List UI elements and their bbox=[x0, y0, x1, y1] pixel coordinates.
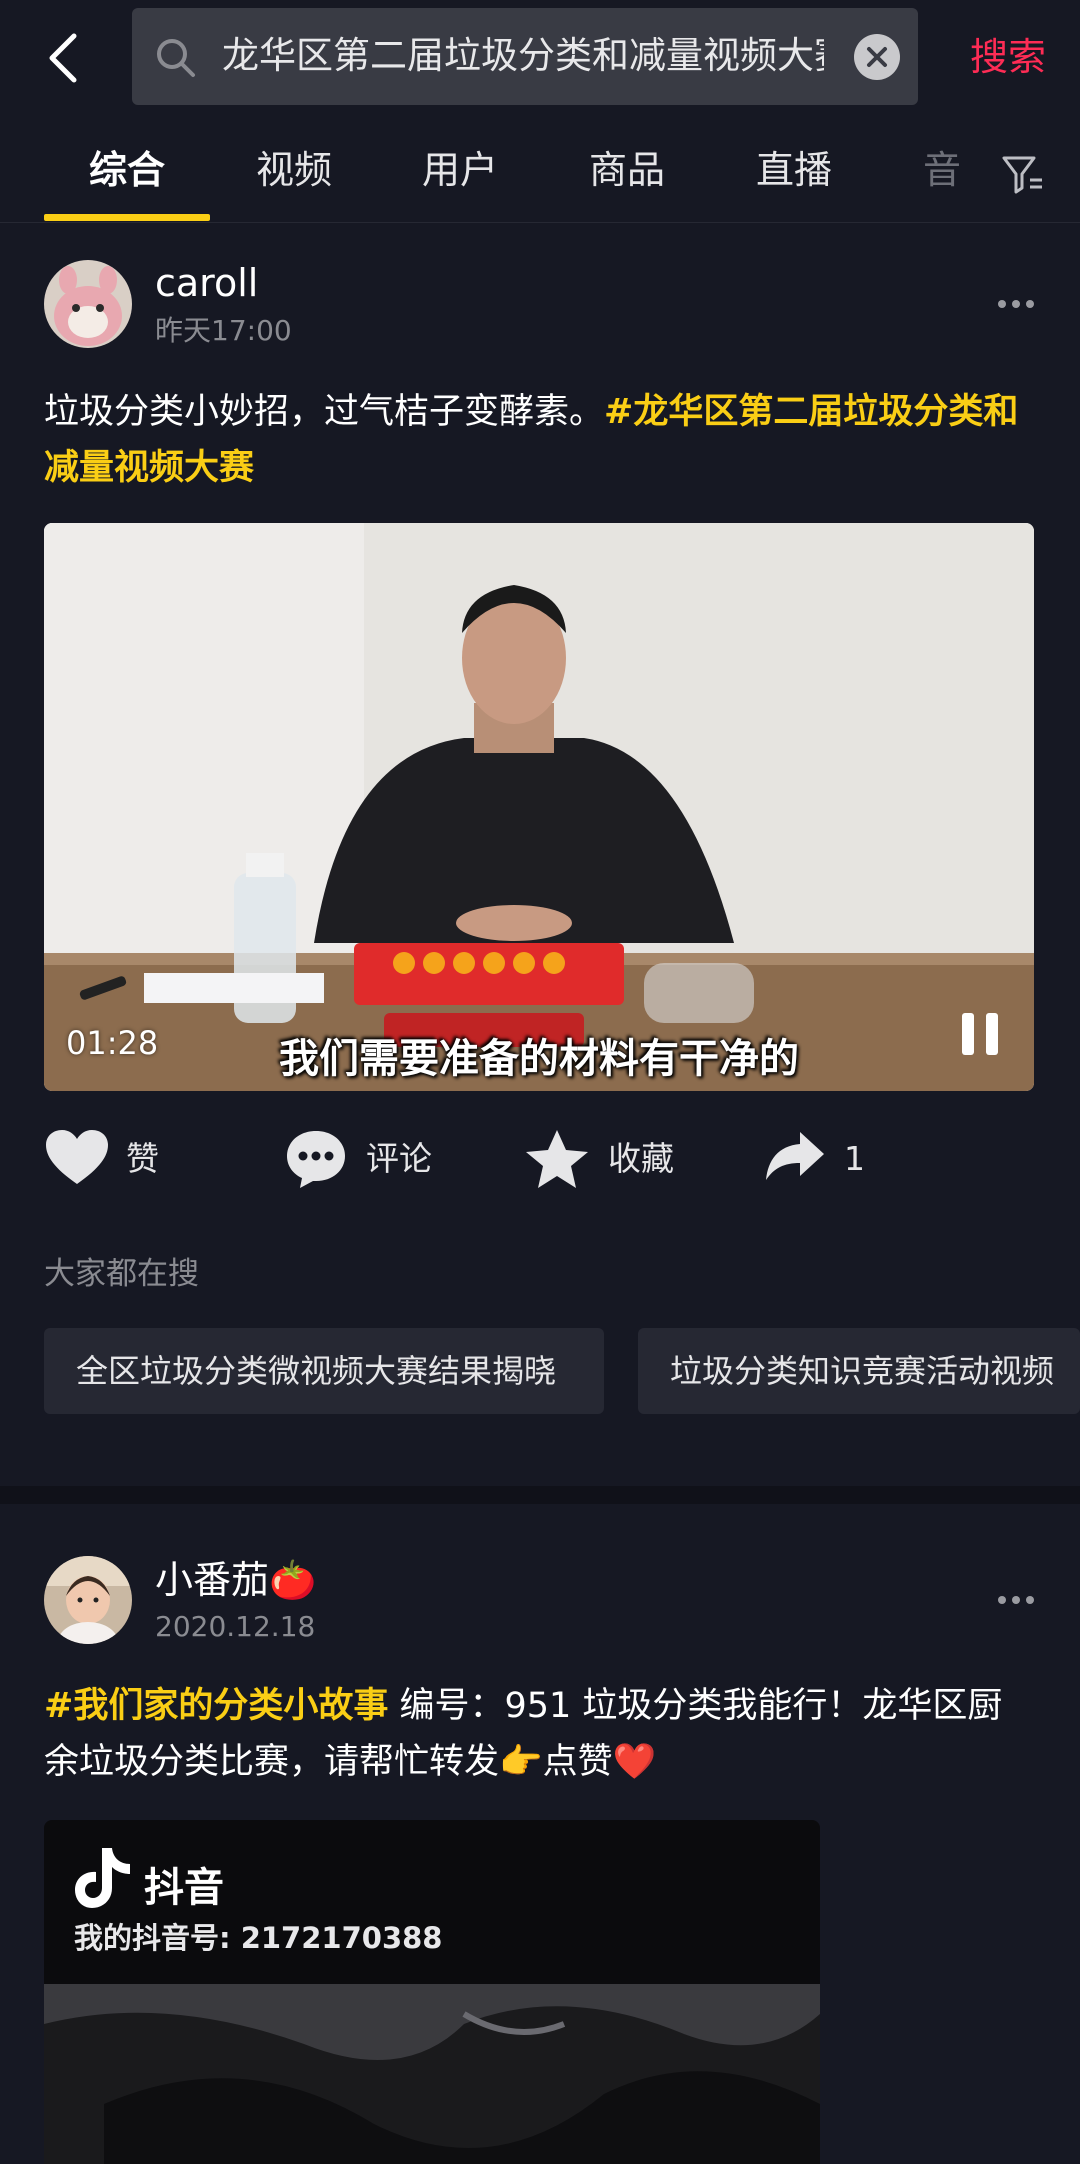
heart-icon bbox=[46, 1130, 108, 1184]
post-caption: #我们家的分类小故事 编号：951 垃圾分类我能行！龙华区厨余垃圾分类比赛，请帮… bbox=[44, 1678, 1034, 1790]
username[interactable]: caroll bbox=[155, 258, 258, 308]
like-label: 赞 bbox=[126, 1139, 159, 1178]
post-actions: 赞 评论 收藏 1 bbox=[0, 1120, 1080, 1200]
username[interactable]: 小番茄🍅 bbox=[155, 1555, 316, 1605]
tab-bar: 综合 视频 用户 商品 直播 音 bbox=[0, 128, 1080, 223]
pause-icon[interactable] bbox=[960, 1011, 1000, 1057]
more-options-icon[interactable] bbox=[996, 298, 1036, 310]
video-frame-image bbox=[44, 523, 1034, 1091]
chevron-left-icon bbox=[49, 33, 77, 83]
video-thumbnail[interactable]: 抖音 我的抖音号: 2172170388 bbox=[44, 1820, 820, 2164]
top-bar: 龙华区第二届垃圾分类和减量视频大赛 搜索 bbox=[0, 0, 1080, 115]
tiktok-logo-icon bbox=[75, 1848, 130, 1908]
video-player[interactable]: 01:28 我们需要准备的材料有干净的 bbox=[44, 523, 1034, 1091]
related-search-chip[interactable]: 全区垃圾分类微视频大赛结果揭晓 bbox=[44, 1328, 604, 1414]
share-arrow-icon bbox=[766, 1132, 824, 1180]
avatar[interactable] bbox=[44, 260, 132, 348]
search-button[interactable]: 搜索 bbox=[958, 30, 1058, 84]
share-count: 1 bbox=[844, 1139, 865, 1178]
search-icon bbox=[157, 39, 195, 77]
avatar-image bbox=[44, 1556, 132, 1644]
thumbnail-image bbox=[44, 1984, 820, 2164]
share-button[interactable]: 1 bbox=[764, 1128, 884, 1192]
close-icon bbox=[867, 47, 887, 67]
search-input[interactable]: 龙华区第二届垃圾分类和减量视频大赛 bbox=[222, 30, 824, 82]
star-icon bbox=[526, 1130, 588, 1188]
video-subtitle: 我们需要准备的材料有干净的 bbox=[279, 1036, 799, 1082]
tab-users[interactable]: 用户 bbox=[390, 142, 530, 198]
related-searches-title: 大家都在搜 bbox=[44, 1256, 199, 1292]
post-time: 2020.12.18 bbox=[155, 1610, 316, 1643]
post-caption: 垃圾分类小妙招，过气桔子变酵素。#龙华区第二届垃圾分类和减量视频大赛 bbox=[44, 384, 1039, 496]
search-box[interactable]: 龙华区第二届垃圾分类和减量视频大赛 bbox=[132, 8, 918, 105]
favorite-button[interactable]: 收藏 bbox=[524, 1128, 724, 1192]
post-time: 昨天17:00 bbox=[155, 314, 292, 347]
avatar-image bbox=[44, 260, 132, 348]
comment-button[interactable]: 评论 bbox=[284, 1128, 484, 1192]
hashtag-link[interactable]: #我们家的分类小故事 bbox=[44, 1686, 388, 1726]
clear-search-button[interactable] bbox=[854, 34, 900, 80]
tab-live[interactable]: 直播 bbox=[724, 142, 864, 198]
related-search-chip[interactable]: 垃圾分类知识竞赛活动视频 bbox=[638, 1328, 1080, 1414]
tab-video[interactable]: 视频 bbox=[224, 142, 364, 198]
tiktok-brand-text: 抖音 bbox=[144, 1865, 224, 1911]
comment-icon bbox=[287, 1131, 345, 1188]
favorite-label: 收藏 bbox=[608, 1139, 674, 1178]
back-button[interactable] bbox=[40, 28, 90, 88]
more-options-icon[interactable] bbox=[996, 1594, 1036, 1606]
tab-music[interactable]: 音 bbox=[872, 142, 1012, 198]
tiktok-account-id: 我的抖音号: 2172170388 bbox=[74, 1921, 443, 1955]
filter-icon[interactable] bbox=[1000, 152, 1044, 196]
caption-text: 垃圾分类小妙招，过气桔子变酵素。 bbox=[44, 392, 605, 432]
tab-comprehensive[interactable]: 综合 bbox=[57, 142, 197, 198]
like-button[interactable]: 赞 bbox=[44, 1128, 214, 1192]
tab-products[interactable]: 商品 bbox=[557, 142, 697, 198]
post-divider bbox=[0, 1486, 1080, 1504]
comment-label: 评论 bbox=[366, 1139, 432, 1178]
avatar[interactable] bbox=[44, 1556, 132, 1644]
active-tab-indicator bbox=[44, 214, 210, 221]
